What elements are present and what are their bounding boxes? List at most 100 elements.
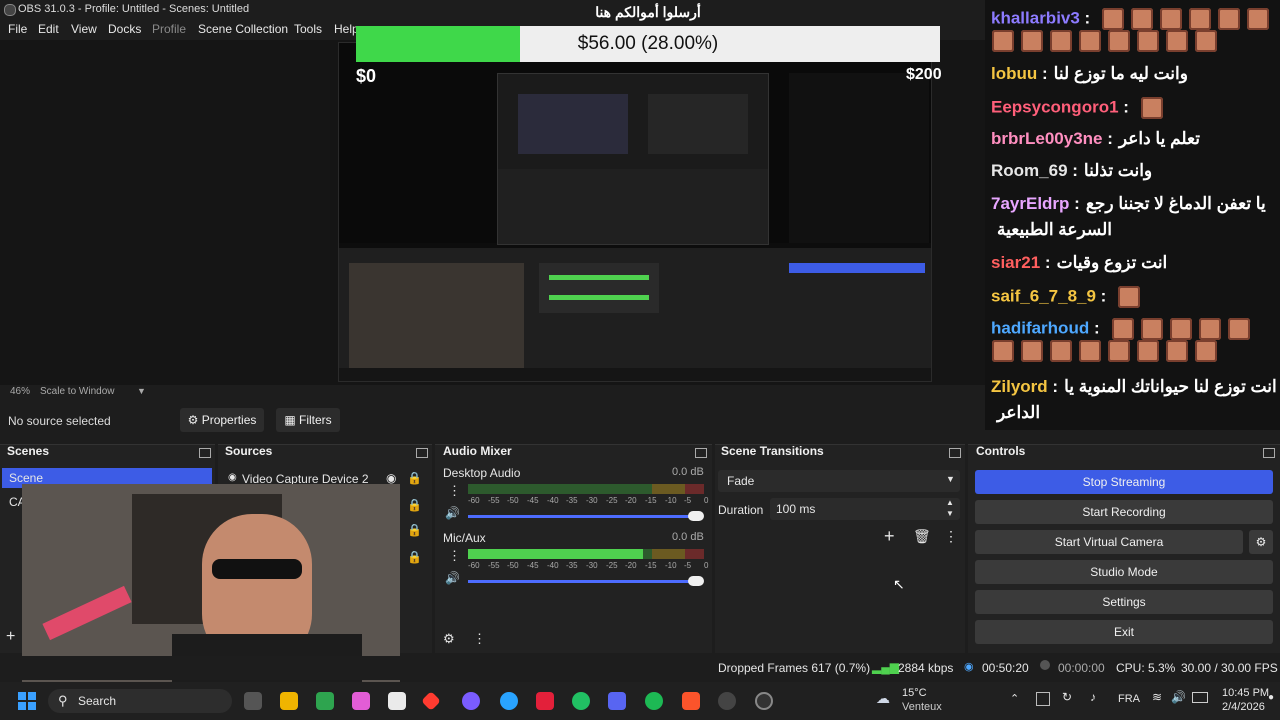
- menu-edit[interactable]: Edit: [38, 22, 59, 36]
- more-options-icon[interactable]: ⋮: [448, 548, 461, 564]
- chat-emote-icon: [1166, 340, 1188, 362]
- app-icon[interactable]: [536, 692, 554, 710]
- obs-taskbar-icon[interactable]: [755, 692, 773, 710]
- menu-scene-collection[interactable]: Scene Collection: [198, 22, 288, 36]
- chevron-up-icon[interactable]: ⌃: [1010, 692, 1019, 705]
- scene-transitions-title: Scene Transitions: [721, 444, 824, 458]
- meter-tick-label: 0: [704, 496, 709, 505]
- lock-icon[interactable]: 🔒: [407, 523, 422, 537]
- file-explorer-icon[interactable]: [280, 692, 298, 710]
- lock-icon[interactable]: 🔒: [407, 471, 422, 485]
- trash-icon[interactable]: 🗑: [913, 528, 931, 545]
- microphone-icon[interactable]: ♪: [1090, 690, 1096, 704]
- menu-docks[interactable]: Docks: [108, 22, 141, 36]
- chat-separator: :: [1095, 286, 1107, 306]
- undock-icon[interactable]: [416, 448, 428, 458]
- lock-icon[interactable]: 🔒: [407, 498, 422, 512]
- lock-icon[interactable]: 🔒: [407, 550, 422, 564]
- studio-mode-button[interactable]: Studio Mode: [975, 560, 1273, 584]
- scale-mode-select[interactable]: Scale to Window: [40, 386, 114, 397]
- browser-icon[interactable]: [500, 692, 518, 710]
- volume-slider-handle[interactable]: [688, 511, 704, 521]
- chat-emote-icon: [1079, 340, 1101, 362]
- spin-down-icon[interactable]: ▼: [946, 509, 954, 518]
- tray-app-icon[interactable]: [1036, 692, 1050, 706]
- meter-tick-label: -60: [468, 561, 480, 570]
- bitrate: 2884 kbps: [898, 661, 954, 675]
- volume-icon[interactable]: 🔊: [445, 571, 460, 585]
- meter-tick-label: -35: [566, 561, 578, 570]
- task-view-icon[interactable]: [244, 692, 262, 710]
- volume-icon[interactable]: 🔊: [445, 506, 460, 520]
- language-indicator[interactable]: FRA: [1118, 693, 1140, 705]
- chat-username: brbrLe00y3ne: [991, 129, 1103, 148]
- menu-view[interactable]: View: [71, 22, 97, 36]
- nested-taskbar: [339, 368, 931, 381]
- add-scene-icon[interactable]: +: [6, 628, 15, 646]
- start-virtual-camera-button[interactable]: Start Virtual Camera: [975, 530, 1243, 554]
- more-options-icon[interactable]: ⋮: [448, 483, 461, 499]
- undock-icon[interactable]: [199, 448, 211, 458]
- sources-title: Sources: [225, 444, 273, 458]
- wifi-icon[interactable]: ≋: [1152, 690, 1162, 704]
- volume-slider[interactable]: [468, 580, 696, 583]
- chat-username: lobuu: [991, 64, 1038, 83]
- spin-up-icon[interactable]: ▲: [946, 498, 954, 507]
- menu-profile[interactable]: Profile: [152, 22, 186, 36]
- taskbar-search[interactable]: ⚲ Search: [48, 689, 232, 713]
- battery-icon[interactable]: [1192, 692, 1208, 703]
- spotify-icon[interactable]: [645, 692, 663, 710]
- app-icon[interactable]: [462, 692, 480, 710]
- undock-icon[interactable]: [1263, 448, 1275, 458]
- volume-slider-handle[interactable]: [688, 576, 704, 586]
- meter-tick-label: -55: [488, 496, 500, 505]
- clock-date[interactable]: 2/4/2026: [1222, 701, 1265, 713]
- chat-emote-icon: [1140, 318, 1163, 340]
- undock-icon[interactable]: [695, 448, 707, 458]
- duration-value: 100 ms: [776, 502, 816, 516]
- visibility-eye-icon[interactable]: ◉: [386, 471, 396, 485]
- menu-help[interactable]: Help: [334, 22, 359, 36]
- volume-icon[interactable]: 🔊: [1171, 690, 1186, 704]
- volume-slider[interactable]: [468, 515, 696, 518]
- exit-button[interactable]: Exit: [975, 620, 1273, 644]
- whatsapp-icon[interactable]: [572, 692, 590, 710]
- app-icon[interactable]: [316, 692, 334, 710]
- notification-icon[interactable]: ●: [1268, 692, 1274, 703]
- duration-input[interactable]: 100 ms ▲ ▼: [770, 498, 960, 520]
- menu-tools[interactable]: Tools: [294, 22, 322, 36]
- menu-file[interactable]: File: [8, 22, 27, 36]
- tray-sync-icon[interactable]: ↻: [1062, 690, 1072, 704]
- brave-icon[interactable]: [682, 692, 700, 710]
- filters-button[interactable]: ▦ Filters: [276, 408, 340, 432]
- donation-max-label: $200: [906, 66, 942, 83]
- chat-emote-icon: [992, 340, 1014, 362]
- chat-separator: :: [1040, 253, 1051, 272]
- gear-icon[interactable]: ⚙: [1249, 530, 1273, 554]
- meter-tick-label: -10: [665, 496, 677, 505]
- settings-button[interactable]: Settings: [975, 590, 1273, 614]
- stop-streaming-button[interactable]: Stop Streaming: [975, 470, 1273, 494]
- chevron-down-icon[interactable]: ▼: [137, 386, 146, 396]
- transition-select[interactable]: Fade ▼: [718, 470, 960, 492]
- stream-time: 00:50:20: [982, 661, 1029, 675]
- more-options-icon[interactable]: ⋮: [473, 631, 486, 647]
- meter-tick-label: 0: [704, 561, 709, 570]
- channel-name: Desktop Audio: [443, 466, 521, 480]
- add-transition-icon[interactable]: +: [884, 526, 895, 547]
- properties-button[interactable]: ⚙ Properties: [180, 408, 264, 432]
- media-player-icon[interactable]: [718, 692, 736, 710]
- discord-icon[interactable]: [608, 692, 626, 710]
- app-icon[interactable]: [352, 692, 370, 710]
- mouse-cursor-icon: ↖: [893, 576, 905, 592]
- windows-start-icon[interactable]: [18, 692, 36, 710]
- webcam-sunglasses: [212, 559, 302, 579]
- clock-time[interactable]: 10:45 PM: [1222, 687, 1269, 699]
- more-options-icon[interactable]: ⋮: [944, 528, 958, 545]
- start-recording-button[interactable]: Start Recording: [975, 500, 1273, 524]
- nested-obs-bottom: [339, 248, 931, 381]
- gear-icon[interactable]: ⚙: [443, 631, 455, 647]
- chat-emote-icon: [1189, 8, 1212, 30]
- app-icon[interactable]: [388, 692, 406, 710]
- undock-icon[interactable]: [949, 448, 961, 458]
